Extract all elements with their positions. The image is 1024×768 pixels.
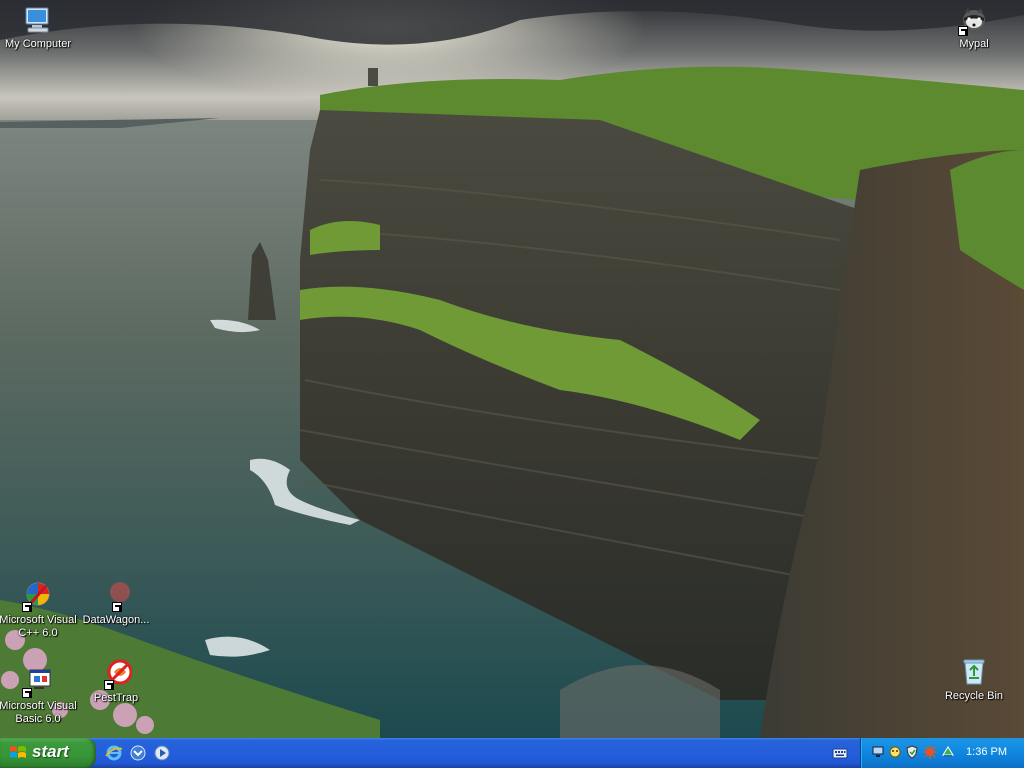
- desktop[interactable]: My Computer Mypal Microsoft Visual C++ 6…: [0, 0, 1024, 738]
- visual-basic-label: Microsoft Visual Basic 6.0: [0, 700, 77, 725]
- datawagon-label: DataWagon...: [82, 614, 150, 626]
- pesttrap-icon: [100, 658, 132, 690]
- shortcut-arrow-icon: [958, 26, 968, 36]
- start-button[interactable]: start: [0, 738, 96, 768]
- pesttrap-desktop-icon[interactable]: PestTrap: [76, 658, 156, 705]
- my-computer-icon: [22, 4, 54, 36]
- recycle-bin-icon: [958, 656, 990, 688]
- antivirus-icon[interactable]: [905, 745, 919, 759]
- pesttrap-label: PestTrap: [93, 692, 139, 704]
- keyboard-icon[interactable]: [832, 745, 848, 761]
- start-label: start: [32, 742, 69, 761]
- virus-alert-icon[interactable]: [923, 745, 937, 759]
- outlook-express-icon[interactable]: [128, 743, 148, 763]
- shortcut-arrow-icon: [22, 602, 32, 612]
- shortcut-arrow-icon: [22, 688, 32, 698]
- datawagon-icon: [100, 580, 132, 612]
- clock[interactable]: 1:36 PM: [966, 746, 1007, 758]
- wallpaper-image: [0, 0, 1024, 738]
- taskbar-buttons-area: [190, 738, 830, 768]
- shortcut-arrow-icon: [112, 602, 122, 612]
- tray-app-icon[interactable]: [941, 745, 955, 759]
- my-computer-desktop-icon[interactable]: My Computer: [0, 4, 78, 51]
- visual-basic-icon: [22, 666, 54, 698]
- taskbar: start 1:36 PM: [0, 738, 1024, 768]
- mypal-label: Mypal: [959, 38, 989, 50]
- recycle-bin-desktop-icon[interactable]: Recycle Bin: [934, 656, 1014, 703]
- system-tray: 1:36 PM: [860, 738, 1024, 768]
- security-icon[interactable]: [888, 745, 902, 759]
- visual-cpp-icon: [22, 580, 54, 612]
- visual-cpp-label: Microsoft Visual C++ 6.0: [0, 614, 77, 639]
- shortcut-arrow-icon: [104, 680, 114, 690]
- mypal-icon: [958, 4, 990, 36]
- network-icon[interactable]: [871, 745, 885, 759]
- mypal-desktop-icon[interactable]: Mypal: [934, 4, 1014, 51]
- windows-flag-icon: [10, 746, 26, 758]
- recycle-bin-label: Recycle Bin: [944, 690, 1004, 702]
- internet-explorer-icon[interactable]: [104, 743, 124, 763]
- visual-basic-desktop-icon[interactable]: Microsoft Visual Basic 6.0: [0, 666, 78, 726]
- datawagon-desktop-icon[interactable]: DataWagon...: [76, 580, 156, 627]
- visual-cpp-desktop-icon[interactable]: Microsoft Visual C++ 6.0: [0, 580, 78, 640]
- media-player-icon[interactable]: [152, 743, 172, 763]
- my-computer-label: My Computer: [4, 38, 72, 50]
